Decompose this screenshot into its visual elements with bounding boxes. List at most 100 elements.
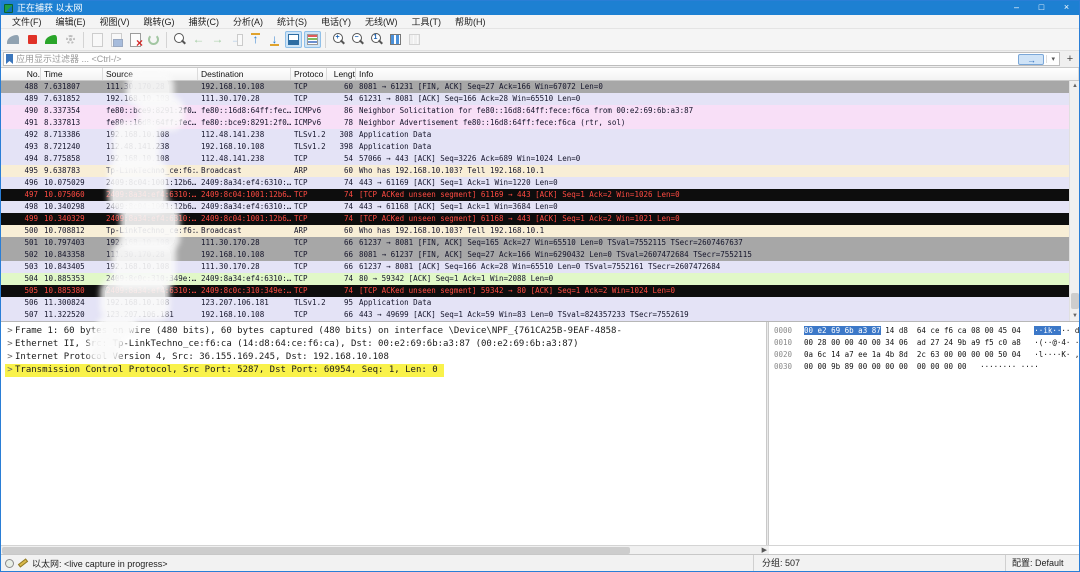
cell-len: 54 [343,154,353,163]
maximize-button[interactable]: □ [1029,1,1054,15]
go-to-packet-icon [228,31,245,48]
capture-comment-icon[interactable] [17,558,29,568]
hex-offset: 0010 [774,338,793,347]
packet-row[interactable]: 496 10.075029 2409:8c04:1001:12b6… 2409:8a3… [1,177,1079,189]
zoom-in-icon[interactable]: + [330,31,347,48]
go-last-packet-icon[interactable] [266,31,283,48]
detail-line[interactable]: > Frame 1: 60 bytes on wire (480 bits), 6… [5,325,628,338]
menu-item-1[interactable]: 编辑(E) [49,15,93,29]
expander-icon[interactable]: > [5,364,15,377]
expander-icon[interactable]: > [5,338,15,351]
cell-no: 506 [24,298,38,307]
zoom-out-icon[interactable]: − [349,31,366,48]
column-header-0[interactable]: No. [1,68,41,80]
cell-no: 497 [24,190,38,199]
menu-item-4[interactable]: 捕获(C) [182,15,227,29]
resize-columns-icon[interactable] [387,31,404,48]
column-header-5[interactable]: Lengt [327,68,356,80]
cell-dst: 2409:8c04:1001:12b6… [201,190,291,199]
packet-row[interactable]: 494 8.775858 192.168.10.108 112.48.141.238 T… [1,153,1079,165]
column-header-2[interactable]: Source [103,68,198,80]
cell-proto: TCP [294,262,308,271]
packet-row[interactable]: 493 8.721240 112.48.141.238 192.168.10.108 T… [1,141,1079,153]
hex-line[interactable]: 0010 00 28 00 00 40 00 34 06 ad 27 24 9b … [774,337,1079,349]
packet-row[interactable]: 495 9.638783 Tp-LinkTechno_ce:f6:… Broadcas… [1,165,1079,177]
hscrollbar-thumb[interactable] [2,547,630,554]
scroll-right-icon[interactable]: ▶ [762,546,767,555]
packet-row[interactable]: 498 10.340298 2409:8c04:1001:12b6… 2409:8a3… [1,201,1079,213]
detail-line[interactable]: > Internet Protocol Version 4, Src: 36.15… [5,351,395,364]
details-hscrollbar[interactable]: ▶ [1,546,769,554]
go-first-packet-icon[interactable] [247,31,264,48]
menu-item-2[interactable]: 视图(V) [93,15,137,29]
packet-row[interactable]: 491 8.337813 fe80::16d8:64ff:fec… fe80::bce… [1,117,1079,129]
hex-bytes: 00 28 00 00 40 00 34 06 ad 27 24 9b a9 f… [804,338,1021,347]
cell-info: Application Data [359,130,432,139]
minimize-button[interactable]: – [1004,1,1029,15]
menu-item-10[interactable]: 帮助(H) [448,15,493,29]
colorize-icon[interactable] [304,31,321,48]
menu-item-5[interactable]: 分析(A) [226,15,270,29]
display-filter-input[interactable] [16,54,1019,64]
stop-capture-icon[interactable] [24,31,41,48]
menu-item-9[interactable]: 工具(T) [405,15,449,29]
scroll-down-icon[interactable]: ▼ [1070,311,1079,321]
filter-bookmark-icon[interactable] [6,54,13,64]
column-header-6[interactable]: Info [356,68,1079,80]
cell-info: Who has 192.168.10.103? Tell 192.168.10.… [359,226,545,235]
cell-dst: 123.207.106.181 [201,298,269,307]
packet-row[interactable]: 501 10.797403 192.168.10.108 111.30.170.28 T… [1,237,1079,249]
expert-info-icon[interactable] [5,558,14,568]
packet-row[interactable]: 506 11.300824 192.168.10.108 123.207.106.18… [1,297,1079,309]
hex-line[interactable]: 0020 0a 6c 14 a7 ee 1a 4b 8d 2c 63 00 00 … [774,349,1079,361]
detail-line[interactable]: > Ethernet II, Src: Tp-LinkTechno_ce:f6:c… [5,338,585,351]
packet-details-pane: > Frame 1: 60 bytes on wire (480 bits), 6… [1,322,766,545]
menu-item-7[interactable]: 电话(Y) [314,15,358,29]
menu-item-0[interactable]: 文件(F) [5,15,49,29]
packet-row[interactable]: 502 10.843358 111.30.170.28 192.168.10.108 T… [1,249,1079,261]
filter-dropdown-caret-icon[interactable]: ▾ [1046,55,1059,63]
packet-row[interactable]: 503 10.843405 192.168.10.108 111.30.170.28 T… [1,261,1079,273]
cell-dst: 2409:8a34:ef4:6310:… [201,178,291,187]
cell-proto: TCP [294,274,308,283]
menu-item-6[interactable]: 统计(S) [270,15,314,29]
packet-row[interactable]: 504 10.885353 2409:8c0c:310:349e:… 2409:8a3… [1,273,1079,285]
packet-list-scrollbar[interactable]: ▲ ▼ [1069,81,1079,321]
packet-row[interactable]: 507 11.322520 123.207.106.181 192.168.10.10… [1,309,1079,321]
cell-dst: 2409:8c04:1001:12b6… [201,214,291,223]
expander-icon[interactable]: > [5,351,15,364]
hex-line[interactable]: 0030 00 00 9b 89 00 00 00 00 00 00 00 00 … [774,361,1079,373]
close-file-icon[interactable] [126,31,143,50]
cell-time: 8.337354 [44,106,81,115]
packet-row[interactable]: 505 10.885380 2409:8a34:ef4:6310:… 2409:8c0… [1,285,1079,297]
hex-line[interactable]: 0000 00 e2 69 6b a3 87 14 d8 64 ce f6 ca … [774,325,1079,337]
zoom-100-icon[interactable]: 1 [368,31,385,48]
packet-row[interactable]: 492 8.713386 192.168.10.108 112.48.141.238 T… [1,129,1079,141]
column-header-1[interactable]: Time [41,68,103,80]
apply-filter-button[interactable]: → [1018,53,1045,65]
packet-row[interactable]: 490 8.337354 fe80::bce9:8291:2f0… fe80::16d… [1,105,1079,117]
find-packet-icon[interactable] [171,31,188,48]
add-filter-button[interactable]: + [1063,53,1077,65]
scroll-up-icon[interactable]: ▲ [1070,81,1079,91]
menu-item-3[interactable]: 跳转(G) [137,15,182,29]
expander-icon[interactable]: > [5,325,15,338]
auto-scroll-icon[interactable] [285,31,302,48]
column-header-3[interactable]: Destination [198,68,291,80]
detail-line[interactable]: > Transmission Control Protocol, Src Port… [5,364,444,377]
packet-row[interactable]: 500 10.708812 Tp-LinkTechno_ce:f6:… Broadca… [1,225,1079,237]
menu-item-8[interactable]: 无线(W) [358,15,405,29]
packet-row[interactable]: 497 10.075060 2409:8a34:ef4:6310:… 2409:8c0… [1,189,1079,201]
packet-row[interactable]: 488 7.631807 111.30.170.28 192.168.10.108 TC… [1,81,1079,93]
column-header-4[interactable]: Protoco [291,68,327,80]
packet-row[interactable]: 489 7.631852 192.168.10.108 111.30.170.28 TC… [1,93,1079,105]
packet-row[interactable]: 499 10.340329 2409:8a34:ef4:6310:… 2409:8c0… [1,213,1079,225]
restart-capture-icon[interactable] [43,31,60,48]
profile-text[interactable]: 配置: Default [1005,555,1079,571]
window-title: 正在捕获 以太网 [17,3,83,13]
scrollbar-thumb[interactable] [1071,293,1079,309]
packet-list-rows: 488 7.631807 111.30.170.28 192.168.10.108 TC… [1,81,1079,321]
cell-src: 2409:8a34:ef4:6310:… [106,286,197,295]
cell-len: 398 [339,142,353,151]
close-button[interactable]: × [1054,1,1079,15]
